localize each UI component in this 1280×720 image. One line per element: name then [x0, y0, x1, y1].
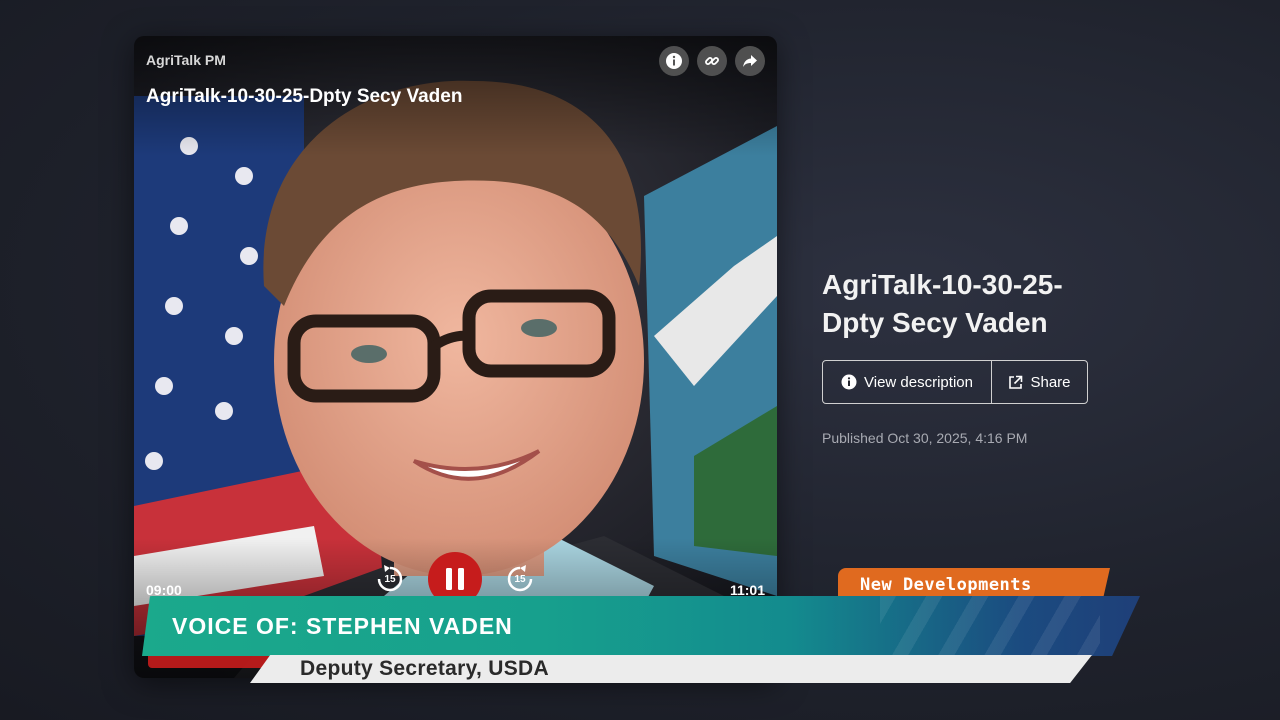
episode-info-panel: AgriTalk-10-30-25-Dpty Secy Vaden View d… — [822, 266, 1202, 446]
player-actions — [659, 46, 765, 76]
skip-forward-button[interactable]: 15 — [504, 563, 536, 595]
skip-back-seconds: 15 — [384, 574, 396, 585]
share-label: Share — [1030, 373, 1071, 391]
info-actions: View description Share — [822, 360, 1088, 404]
share-button[interactable]: Share — [992, 361, 1087, 403]
show-name[interactable]: AgriTalk PM — [146, 52, 226, 68]
speaker-title: Deputy Secretary, USDA — [300, 657, 549, 680]
copy-link-button[interactable] — [697, 46, 727, 76]
view-description-label: View description — [864, 373, 973, 391]
info-icon — [666, 53, 682, 69]
info-button[interactable] — [659, 46, 689, 76]
pause-icon — [446, 568, 464, 590]
lower-third-bar: VOICE OF: STEPHEN VADEN — [142, 596, 1140, 656]
published-date: Published Oct 30, 2025, 4:16 PM — [822, 430, 1028, 446]
info-title: AgriTalk-10-30-25-Dpty Secy Vaden — [822, 269, 1063, 338]
episode-title: AgriTalk-10-30-25-Dpty Secy Vaden — [146, 86, 463, 107]
skip-forward-seconds: 15 — [514, 574, 526, 585]
speaker-name: VOICE OF: STEPHEN VADEN — [172, 613, 513, 639]
share-button-top[interactable] — [735, 46, 765, 76]
total-duration: 11:01 — [729, 582, 765, 598]
view-description-button[interactable]: View description — [823, 361, 992, 403]
share-arrow-icon — [743, 55, 757, 67]
link-icon — [705, 57, 719, 65]
news-tag-label: New Developments — [860, 575, 1032, 595]
elapsed-time: 09:00 — [146, 582, 182, 598]
podcast-player: AgriTalk PM AgriTalk-10-30-25-Dpty Secy … — [134, 36, 777, 678]
decorative-stripes — [880, 596, 1100, 656]
lower-third-subtitle-bar: Deputy Secretary, USDA — [250, 655, 1092, 683]
info-icon — [841, 374, 857, 390]
skip-back-button[interactable]: 15 — [374, 563, 406, 595]
external-share-icon — [1009, 375, 1023, 389]
